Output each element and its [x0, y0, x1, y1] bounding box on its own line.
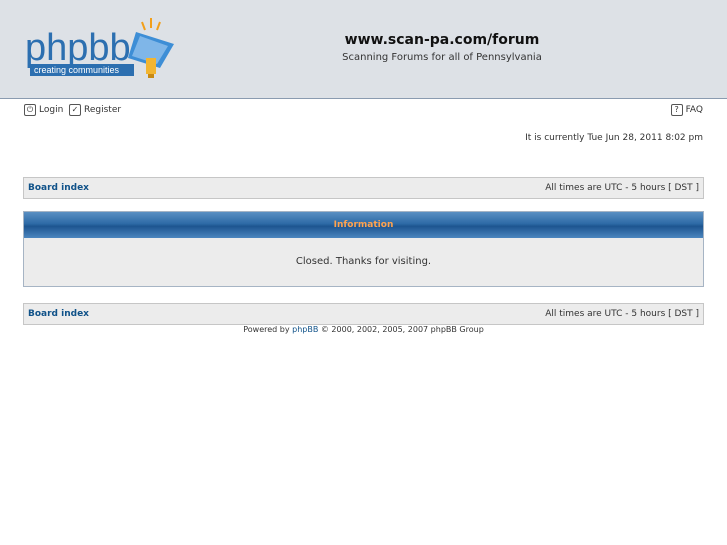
register-icon: ✓ [69, 104, 81, 116]
information-panel: Information Closed. Thanks for visiting. [23, 211, 704, 287]
phpbb-link[interactable]: phpBB [292, 325, 318, 334]
breadcrumb-bar-bottom: Board index All times are UTC - 5 hours … [23, 303, 704, 325]
current-time: It is currently Tue Jun 28, 2011 8:02 pm [525, 133, 703, 143]
page-header: phpbb creating communities www.scan-pa.c… [0, 0, 727, 99]
information-message: Closed. Thanks for visiting. [295, 256, 432, 267]
timezone-text: All times are UTC - 5 hours [ DST ] [545, 309, 699, 319]
board-index-link[interactable]: Board index [28, 178, 89, 198]
copyright-text: © 2000, 2002, 2005, 2007 phpBB Group [320, 325, 484, 334]
powered-by-text: Powered by [243, 325, 290, 334]
breadcrumb-bar-top: Board index All times are UTC - 5 hours … [23, 177, 704, 199]
faq-link[interactable]: ? FAQ [670, 104, 703, 116]
svg-text:creating communities: creating communities [34, 65, 120, 75]
faq-label[interactable]: FAQ [686, 105, 703, 115]
svg-text:phpbb: phpbb [25, 27, 131, 69]
board-index-link[interactable]: Board index [28, 304, 89, 324]
footer: Powered by phpBB © 2000, 2002, 2005, 200… [0, 325, 727, 334]
faq-icon: ? [670, 104, 683, 116]
login-link[interactable]: ⏻ Login [24, 104, 63, 116]
login-icon: ⏻ [24, 104, 36, 116]
login-label[interactable]: Login [39, 105, 63, 115]
site-description: Scanning Forums for all of Pennsylvania [342, 52, 542, 63]
phpbb-logo[interactable]: phpbb creating communities [24, 14, 180, 86]
site-title: www.scan-pa.com/forum [344, 32, 540, 48]
register-link[interactable]: ✓ Register [69, 104, 121, 116]
timezone-text: All times are UTC - 5 hours [ DST ] [545, 183, 699, 193]
information-title: Information [24, 212, 703, 238]
register-label[interactable]: Register [84, 105, 121, 115]
